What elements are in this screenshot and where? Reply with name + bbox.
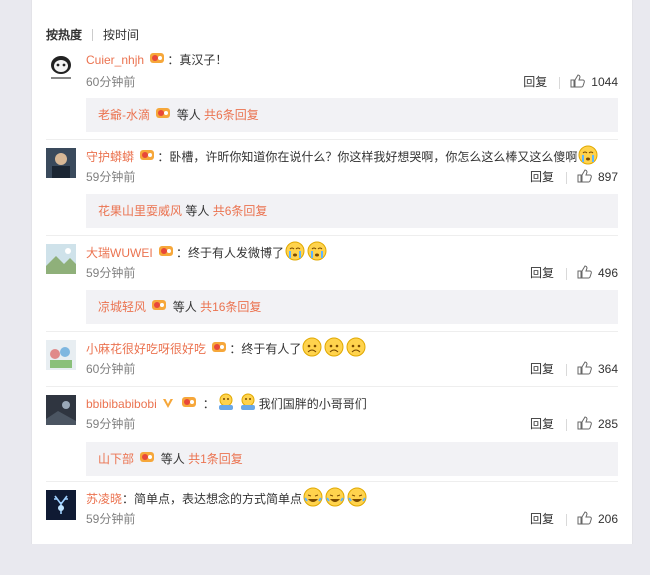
- reply-user-link[interactable]: 花果山里耍威风: [98, 204, 182, 218]
- reply-mid-text: 等人: [160, 452, 185, 466]
- comment-time: 59分钟前: [86, 417, 136, 431]
- comment-text: ：真汉子！: [167, 53, 228, 67]
- avatar[interactable]: [46, 52, 76, 82]
- laugh-cry-emoji-icon: [303, 487, 323, 513]
- reply-user-link[interactable]: 凉城轻风: [98, 300, 146, 314]
- like-count: 1044: [591, 75, 618, 90]
- comment-item: 大瑞WUWEI ：终于有人发微博了 59分钟前 回复 496 凉城轻风 等人 共1…: [46, 235, 618, 329]
- comment-time: 59分钟前: [86, 266, 136, 280]
- comment-text: 我们国胖的小哥哥们: [258, 397, 367, 412]
- thumbs-up-icon[interactable]: [577, 265, 592, 283]
- thumbs-up-icon[interactable]: [577, 169, 592, 187]
- vip-badge-icon: [211, 340, 227, 360]
- comment-time: 59分钟前: [86, 512, 136, 526]
- comment-text: ：终于有人发微博了: [176, 246, 285, 261]
- like-count: 364: [597, 362, 618, 377]
- username-link[interactable]: Cuier_nhjh: [86, 53, 144, 67]
- avatar[interactable]: [46, 340, 76, 370]
- comment-item: 苏凌晓：简单点，表达想念的方式简单点 59分钟前 回复 206: [46, 481, 618, 575]
- laugh-cry-emoji-icon: [325, 487, 345, 513]
- sub-replies-box[interactable]: 凉城轻风 等人 共16条回复: [86, 290, 618, 324]
- reply-button[interactable]: 回复: [530, 170, 554, 184]
- vip-badge-icon: [139, 148, 155, 168]
- avatar[interactable]: [46, 148, 76, 178]
- reply-button[interactable]: 回复: [530, 417, 554, 431]
- tab-time[interactable]: 按时间: [103, 28, 139, 42]
- avatar[interactable]: [46, 244, 76, 274]
- reply-button[interactable]: 回复: [523, 75, 547, 89]
- reply-button[interactable]: 回复: [530, 512, 554, 526]
- sub-replies-box[interactable]: 老爺-水滴 等人 共6条回复: [86, 98, 618, 132]
- thumbs-up-icon[interactable]: [577, 511, 592, 529]
- comments-panel: 按热度 按时间 Cuier_nhjh ：真汉子！ 60分钟前 回复 1044 老爺-…: [31, 0, 633, 544]
- vip-badge-icon: [181, 395, 197, 415]
- reply-mid-text: 等人: [185, 204, 210, 218]
- avatar[interactable]: [46, 490, 76, 520]
- username-link[interactable]: 苏凌晓: [86, 492, 122, 506]
- worried-emoji-icon: [302, 337, 322, 363]
- crying-emoji-icon: [307, 241, 327, 267]
- comment-text: ：卧槽，许昕你知道你在说什么？你这样我好想哭啊，你怎么这么棒又这么傻啊: [157, 150, 578, 165]
- vip-badge-icon: [139, 443, 155, 477]
- username-link[interactable]: 小麻花很好吃呀很好吃: [86, 342, 206, 356]
- vip-badge-icon: [155, 99, 171, 133]
- tab-divider: [92, 28, 94, 41]
- crying-emoji-icon: [578, 145, 598, 171]
- thumbs-up-icon[interactable]: [570, 74, 586, 92]
- reply-user-link[interactable]: 老爺-水滴: [98, 108, 150, 122]
- avatar[interactable]: [46, 395, 76, 425]
- vip-badge-icon: [151, 291, 167, 325]
- worried-emoji-icon: [346, 337, 366, 363]
- verified-v-icon: [162, 395, 174, 415]
- reply-count-link[interactable]: 共6条回复: [213, 204, 268, 218]
- comment-text: ：简单点，表达想念的方式简单点: [122, 492, 303, 507]
- hug-emoji-icon: [216, 392, 236, 418]
- username-link[interactable]: bbibibabibobi: [86, 397, 157, 411]
- reply-mid-text: 等人: [176, 108, 201, 122]
- thumbs-up-icon[interactable]: [577, 416, 592, 434]
- hug-emoji-icon: [238, 392, 258, 418]
- like-count: 496: [597, 266, 618, 281]
- laugh-cry-emoji-icon: [347, 487, 367, 513]
- like-count: 285: [597, 417, 618, 432]
- reply-count-link[interactable]: 共6条回复: [204, 108, 259, 122]
- comment-time: 60分钟前: [86, 75, 136, 89]
- reply-count-link[interactable]: 共1条回复: [188, 452, 243, 466]
- like-count: 206: [597, 512, 618, 527]
- vip-badge-icon: [149, 51, 165, 71]
- reply-count-link[interactable]: 共16条回复: [200, 300, 261, 314]
- comment-text: ：终于有人了: [229, 342, 302, 357]
- sort-tabs: 按热度 按时间: [46, 26, 139, 43]
- reply-button[interactable]: 回复: [530, 362, 554, 376]
- comment-item: Cuier_nhjh ：真汉子！ 60分钟前 回复 1044 老爺-水滴 等人 共…: [46, 44, 618, 138]
- comment-item: bbibibabibobi ：我们国胖的小哥哥们 59分钟前 回复 285 山下部…: [46, 386, 618, 480]
- username-link[interactable]: 大瑞WUWEI: [86, 246, 153, 260]
- crying-emoji-icon: [285, 241, 305, 267]
- sub-replies-box[interactable]: 山下部 等人 共1条回复: [86, 442, 618, 476]
- username-link[interactable]: 守护蟒蟒: [86, 150, 134, 164]
- tab-hot[interactable]: 按热度: [46, 28, 82, 42]
- comment-time: 59分钟前: [86, 170, 136, 184]
- thumbs-up-icon[interactable]: [577, 361, 592, 379]
- like-count: 897: [597, 170, 618, 185]
- comment-time: 60分钟前: [86, 362, 136, 376]
- comment-item: 守护蟒蟒 ：卧槽，许昕你知道你在说什么？你这样我好想哭啊，你怎么这么棒又这么傻啊…: [46, 139, 618, 233]
- worried-emoji-icon: [324, 337, 344, 363]
- reply-button[interactable]: 回复: [530, 266, 554, 280]
- vip-badge-icon: [158, 244, 174, 264]
- sub-replies-box[interactable]: 花果山里耍威风 等人 共6条回复: [86, 194, 618, 228]
- reply-user-link[interactable]: 山下部: [98, 452, 134, 466]
- reply-mid-text: 等人: [172, 300, 197, 314]
